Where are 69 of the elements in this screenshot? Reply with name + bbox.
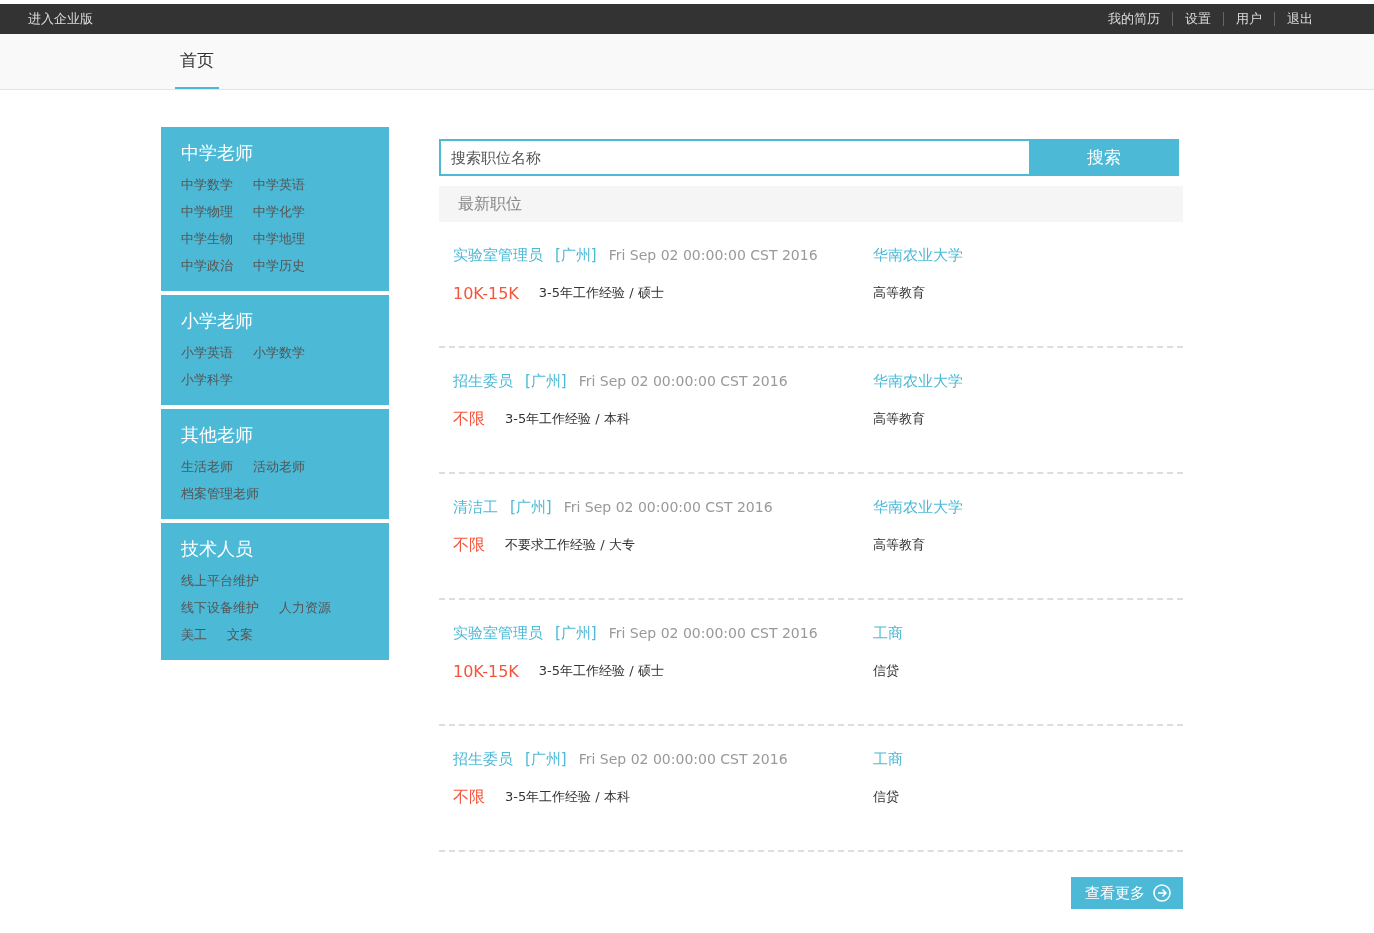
category-link[interactable]: 人力资源 — [279, 598, 331, 617]
category-link[interactable]: 生活老师 — [181, 457, 233, 476]
category-title: 其他老师 — [181, 423, 254, 447]
enterprise-link[interactable]: 进入企业版 — [28, 10, 93, 28]
category-link[interactable]: 活动老师 — [253, 457, 305, 476]
company-link[interactable]: 华南农业大学 — [873, 497, 963, 517]
company-link[interactable]: 工商 — [873, 749, 903, 769]
job-date: Fri Sep 02 00:00:00 CST 2016 — [608, 247, 818, 263]
arrow-circle-icon — [1153, 884, 1171, 902]
job-date: Fri Sep 02 00:00:00 CST 2016 — [578, 751, 788, 767]
category-link[interactable]: 中学历史 — [253, 256, 305, 275]
company-industry: 高等教育 — [873, 284, 925, 302]
category-link[interactable]: 中学物理 — [181, 202, 233, 221]
job-date: Fri Sep 02 00:00:00 CST 2016 — [608, 625, 818, 641]
job-salary: 不限 — [453, 534, 485, 556]
job-date: Fri Sep 02 00:00:00 CST 2016 — [578, 373, 788, 389]
job-title-link[interactable]: 招生委员 — [453, 749, 513, 769]
company-link[interactable]: 华南农业大学 — [873, 245, 963, 265]
company-industry: 信贷 — [873, 662, 899, 680]
search-button[interactable]: 搜索 — [1029, 139, 1179, 176]
category-link[interactable]: 中学政治 — [181, 256, 233, 275]
company-industry: 高等教育 — [873, 536, 925, 554]
category-link[interactable]: 中学地理 — [253, 229, 305, 248]
category-title: 中学老师 — [181, 141, 254, 165]
job-title-link[interactable]: 清洁工 — [453, 497, 498, 517]
view-more-button[interactable]: 查看更多 — [1071, 877, 1183, 909]
job-title-link[interactable]: 实验室管理员 — [453, 245, 543, 265]
category-title: 小学老师 — [181, 309, 254, 333]
category-link[interactable]: 中学生物 — [181, 229, 233, 248]
category-link[interactable]: 中学化学 — [253, 202, 305, 221]
category-link[interactable]: 线下设备维护 — [181, 598, 259, 617]
job-date: Fri Sep 02 00:00:00 CST 2016 — [563, 499, 773, 515]
job-city-link[interactable]: [广州] — [555, 623, 597, 643]
job-salary: 不限 — [453, 408, 485, 430]
job-requirements: 不要求工作经验 / 大专 — [505, 536, 635, 554]
job-requirements: 3-5年工作经验 / 本科 — [505, 788, 630, 806]
job-city-link[interactable]: [广州] — [510, 497, 552, 517]
job-city-link[interactable]: [广州] — [555, 245, 597, 265]
job-salary: 10K-15K — [453, 283, 519, 303]
section-title: 最新职位 — [439, 186, 1183, 222]
job-city-link[interactable]: [广州] — [525, 749, 567, 769]
job-requirements: 3-5年工作经验 / 本科 — [505, 410, 630, 428]
top-link[interactable]: 退出 — [1287, 10, 1313, 28]
category-link[interactable]: 文案 — [227, 625, 253, 644]
job-title-link[interactable]: 实验室管理员 — [453, 623, 543, 643]
category-link[interactable]: 小学数学 — [253, 343, 305, 362]
category-link[interactable]: 档案管理老师 — [181, 484, 259, 503]
job-requirements: 3-5年工作经验 / 硕士 — [538, 662, 664, 680]
category-link[interactable]: 中学数学 — [181, 175, 233, 194]
category-title: 技术人员 — [181, 537, 254, 561]
category-link[interactable]: 线上平台维护 — [181, 571, 259, 590]
search-field[interactable]: 搜索职位名称 — [439, 139, 1029, 176]
job-salary: 不限 — [453, 786, 485, 808]
company-link[interactable]: 华南农业大学 — [873, 371, 963, 391]
job-city-link[interactable]: [广州] — [525, 371, 567, 391]
top-link[interactable]: 我的简历 — [1108, 10, 1160, 28]
company-industry: 高等教育 — [873, 410, 925, 428]
company-industry: 信贷 — [873, 788, 899, 806]
top-link[interactable]: 设置 — [1185, 10, 1211, 28]
category-link[interactable]: 美工 — [181, 625, 207, 644]
category-link[interactable]: 中学英语 — [253, 175, 305, 194]
job-requirements: 3-5年工作经验 / 硕士 — [538, 284, 664, 302]
company-link[interactable]: 工商 — [873, 623, 903, 643]
category-link[interactable]: 小学科学 — [181, 370, 233, 389]
category-link[interactable]: 小学英语 — [181, 343, 233, 362]
nav-tab[interactable]: 首页 — [175, 34, 219, 89]
top-link[interactable]: 用户 — [1236, 10, 1262, 28]
job-title-link[interactable]: 招生委员 — [453, 371, 513, 391]
job-salary: 10K-15K — [453, 661, 519, 681]
